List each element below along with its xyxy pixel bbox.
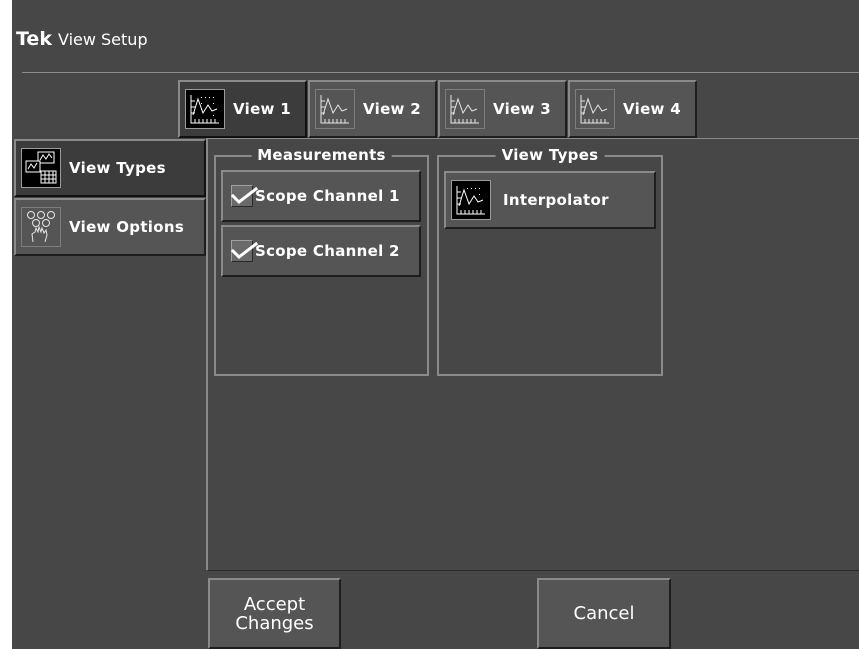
scope-channel-2-checkbox[interactable]: Scope Channel 2: [221, 225, 421, 277]
waveform-chart-icon: [315, 89, 355, 129]
content-divider-vertical: [206, 138, 208, 570]
tab-view-4-label: View 4: [623, 100, 681, 118]
scope-channel-1-checkbox[interactable]: Scope Channel 1: [221, 170, 421, 222]
view-types-icon: [21, 148, 61, 188]
title-divider: [22, 72, 859, 73]
checkbox-box: [230, 240, 258, 262]
accept-changes-button[interactable]: Accept Changes: [208, 578, 341, 649]
measurements-group: Measurements Scope Channel 1 Scope Chann…: [214, 146, 429, 376]
checkbox-box: [230, 185, 258, 207]
waveform-chart-icon: [445, 89, 485, 129]
view-types-legend: View Types: [495, 146, 605, 164]
sidebar-item-view-types-label: View Types: [69, 159, 166, 177]
tab-view-4[interactable]: View 4: [568, 80, 697, 138]
tab-view-1-label: View 1: [233, 100, 291, 118]
window-title: Tek View Setup: [16, 28, 148, 50]
sidebar-item-view-options[interactable]: View Options: [14, 198, 206, 256]
measurements-legend: Measurements: [251, 146, 392, 164]
brand-label: Tek: [16, 28, 52, 50]
scope-channel-1-label: Scope Channel 1: [255, 187, 400, 205]
interpolator-label: Interpolator: [503, 191, 609, 209]
tab-view-1[interactable]: View 1: [178, 80, 307, 138]
content-divider-top: [208, 138, 859, 139]
tab-view-3[interactable]: View 3: [438, 80, 567, 138]
title-label: View Setup: [57, 30, 148, 49]
view-types-group: View Types Interpolator: [437, 146, 663, 376]
tab-view-2[interactable]: View 2: [308, 80, 437, 138]
waveform-chart-icon: [451, 180, 491, 220]
waveform-chart-icon: [575, 89, 615, 129]
sidebar-item-view-options-label: View Options: [69, 218, 185, 236]
tab-view-2-label: View 2: [363, 100, 421, 118]
scope-channel-2-label: Scope Channel 2: [255, 242, 400, 260]
view-setup-window: Tek View Setup View 1 View 2 View 3 View…: [12, 0, 859, 649]
checkmark-icon: [230, 241, 258, 259]
checkmark-icon: [230, 186, 258, 204]
view-options-icon: [21, 207, 61, 247]
tab-view-3-label: View 3: [493, 100, 551, 118]
left-border: [0, 0, 12, 649]
waveform-chart-icon: [185, 89, 225, 129]
interpolator-button[interactable]: Interpolator: [444, 171, 656, 229]
content-divider-bottom: [208, 570, 859, 571]
cancel-button[interactable]: Cancel: [537, 578, 671, 649]
sidebar-item-view-types[interactable]: View Types: [14, 139, 206, 197]
